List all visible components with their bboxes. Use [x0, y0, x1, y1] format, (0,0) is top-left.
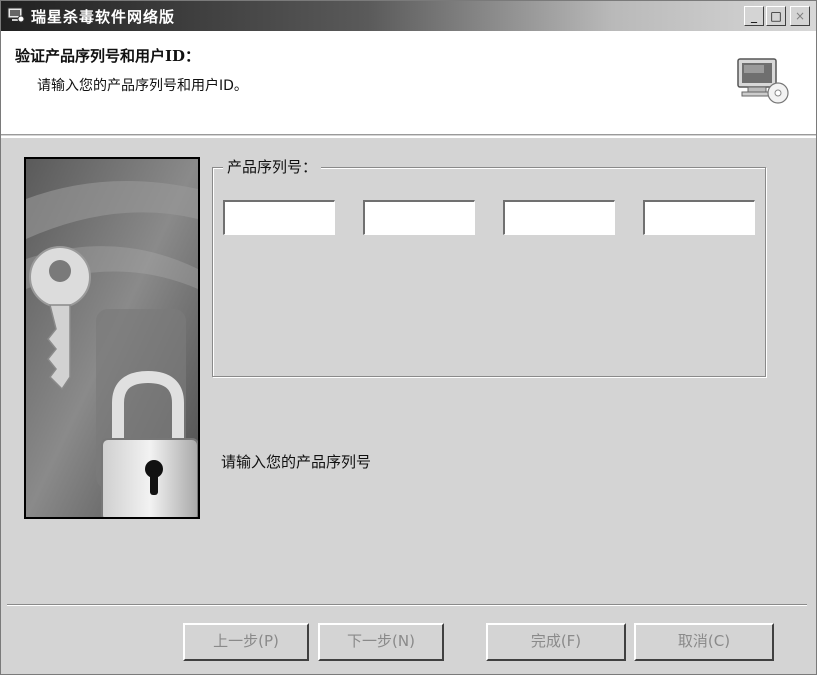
header-divider — [1, 136, 816, 138]
page-title: 验证产品序列号和用户ID： — [15, 47, 201, 65]
back-button[interactable]: 上一步(P) — [183, 623, 309, 661]
serial-field-3[interactable] — [503, 200, 615, 235]
serial-field-2[interactable] — [363, 200, 475, 235]
page-subtitle: 请输入您的产品序列号和用户ID。 — [37, 78, 248, 94]
title-bar[interactable]: 瑞星杀毒软件网络版 _ □ × — [1, 1, 816, 31]
key-and-padlock-image — [24, 157, 200, 519]
serial-number-group: 产品序列号： — [212, 156, 766, 377]
close-button[interactable]: × — [790, 6, 810, 26]
installer-window: 瑞星杀毒软件网络版 _ □ × 验证产品序列号和用户ID： 请输入您的产品序列号… — [0, 0, 817, 675]
serial-number-label: 产品序列号： — [223, 156, 322, 177]
maximize-button[interactable]: □ — [766, 6, 786, 26]
finish-button[interactable]: 完成(F) — [486, 623, 626, 661]
computer-cd-icon — [737, 58, 789, 104]
serial-field-1[interactable] — [223, 200, 335, 235]
wizard-header: 验证产品序列号和用户ID： 请输入您的产品序列号和用户ID。 — [1, 31, 816, 135]
cancel-button[interactable]: 取消(C) — [634, 623, 774, 661]
window-title: 瑞星杀毒软件网络版 — [31, 8, 176, 26]
serial-field-4[interactable] — [643, 200, 755, 235]
footer-divider — [7, 604, 807, 606]
app-icon — [7, 7, 25, 23]
minimize-button[interactable]: _ — [744, 6, 764, 26]
next-button[interactable]: 下一步(N) — [318, 623, 444, 661]
serial-prompt-text: 请输入您的产品序列号 — [221, 453, 372, 471]
